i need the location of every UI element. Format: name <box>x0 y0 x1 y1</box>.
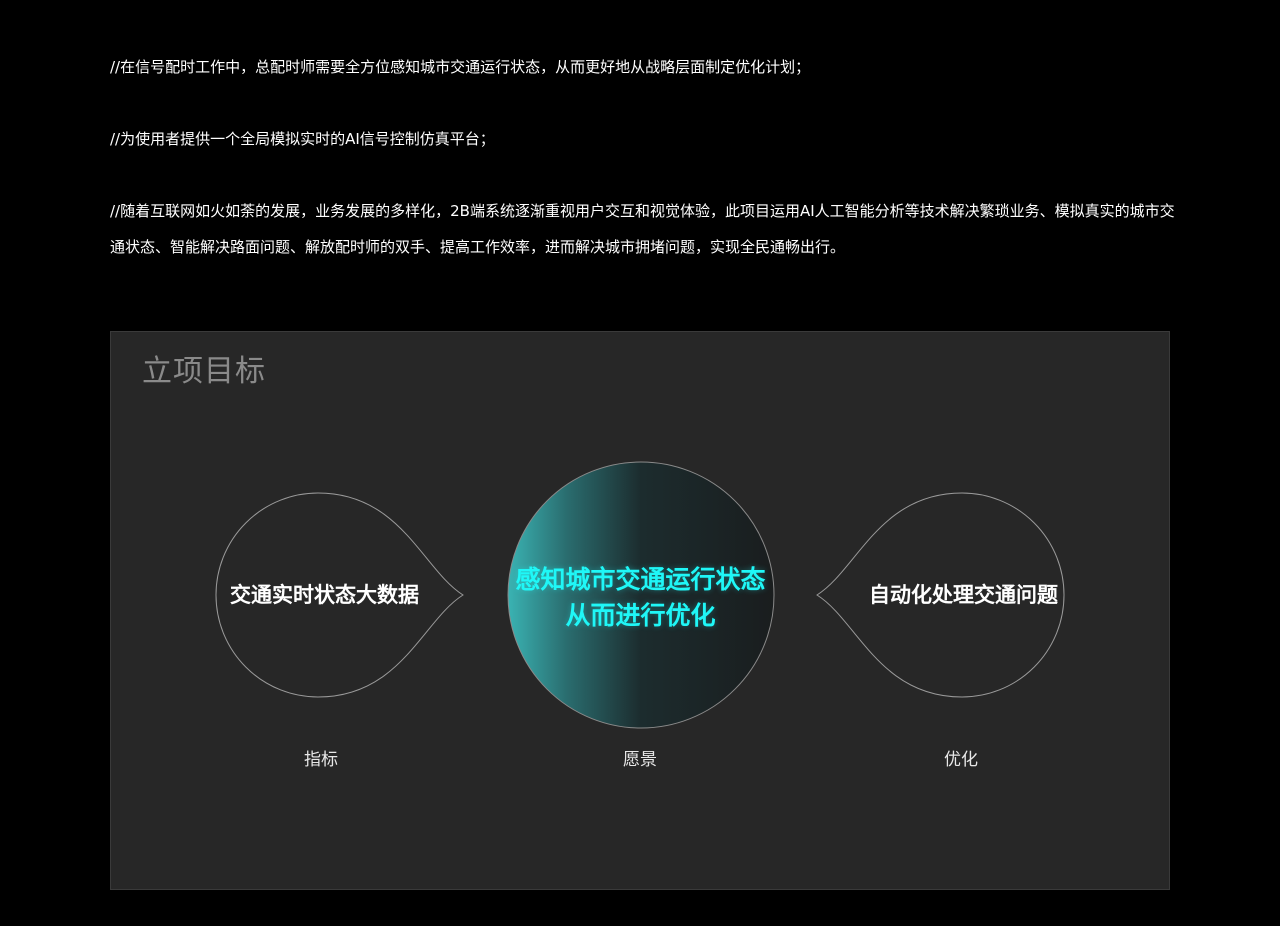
intro-paragraph-3: //随着互联网如火如荼的发展，业务发展的多样化，2B端系统逐渐重视用户交互和视觉… <box>110 202 1175 256</box>
left-caption: 指标 <box>304 750 338 770</box>
right-bubble-text: 自动化处理交通问题 <box>869 583 1058 607</box>
intro-paragraph-2: //为使用者提供一个全局模拟实时的AI信号控制仿真平台； <box>110 130 495 148</box>
intro-paragraph-1: //在信号配时工作中，总配时师需要全方位感知城市交通运行状态，从而更好地从战略层… <box>110 58 811 76</box>
center-bubble-text: 感知城市交通运行状态 从而进行优化 <box>508 562 773 634</box>
right-caption: 优化 <box>944 750 978 770</box>
center-bubble-line-2: 从而进行优化 <box>565 601 716 630</box>
project-goals-panel: 立项目标 交通实时状态大数据 感知城市交通运行状态 从而进行优化 自动化处理交通… <box>110 331 1170 890</box>
left-bubble-text: 交通实时状态大数据 <box>230 583 419 607</box>
center-caption: 愿景 <box>623 750 657 770</box>
center-bubble-line-1: 感知城市交通运行状态 <box>515 565 766 594</box>
